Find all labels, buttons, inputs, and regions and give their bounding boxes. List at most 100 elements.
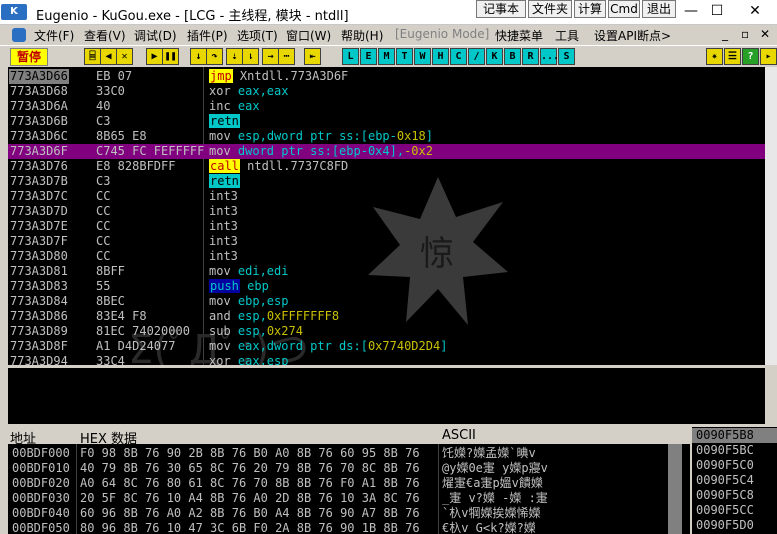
close-button[interactable]: ✕	[744, 2, 766, 20]
stack-row[interactable]: 0090F5C0	[692, 458, 777, 473]
menu-window[interactable]: 窗口(W)	[286, 27, 331, 44]
mdi-restore-button[interactable]: ▫	[741, 27, 749, 41]
disassembly-pane[interactable]: Σ(ﾟДﾟ;)つ 惊 773A3D66 EB 07 jmp Xntdll.773A3…	[8, 67, 765, 365]
dump-row[interactable]: 00BDF040 60 96 8B 76 A0 A2 8B 76 B0 A4 8B…	[8, 506, 676, 521]
stack-row[interactable]: 0090F5C8	[692, 488, 777, 503]
execute-till-return-icon[interactable]: →	[262, 48, 279, 65]
disasm-row[interactable]: 773A3D7D CC int3	[8, 204, 765, 219]
disasm-row[interactable]: 773A3D6B C3 retn	[8, 114, 765, 129]
log-window-button[interactable]: L	[342, 48, 359, 65]
dump-ascii: €杁v G<k?嬫?嬫	[442, 521, 536, 534]
dump-row[interactable]: 00BDF050 80 96 8B 76 10 47 3C 6B F0 2A 8B…	[8, 521, 676, 534]
windows-button[interactable]: W	[414, 48, 431, 65]
calc-button[interactable]: 计算	[574, 0, 606, 18]
dump-hex: 80 96 8B 76 10 47 3C 6B F0 2A 8B 76 90 1…	[80, 521, 420, 534]
notepad-button[interactable]: 记事本	[476, 0, 526, 18]
menu-shortcut[interactable]: 快捷菜单	[495, 27, 543, 44]
stack-pane[interactable]: 0090F5B8 0090F5BC 0090F5C0 0090F5C4 0090F5C8…	[692, 427, 777, 534]
dump-row[interactable]: 00BDF020 A0 64 8C 76 80 61 8C 76 70 8B 8B…	[8, 476, 676, 491]
disasm-row[interactable]: 773A3D81 8BFF mov edi,edi	[8, 264, 765, 279]
toolbar-extra-icon[interactable]: ▸	[760, 48, 777, 65]
source-button[interactable]: S	[558, 48, 575, 65]
restore-button[interactable]: ☐	[706, 2, 728, 20]
trace-over-icon[interactable]: ⇂	[242, 48, 259, 65]
disasm-row[interactable]: 773A3D7F CC int3	[8, 234, 765, 249]
stack-row[interactable]: 0090F5C4	[692, 473, 777, 488]
disasm-hex: A1 D4D24077	[96, 339, 176, 353]
patches-button[interactable]: /	[468, 48, 485, 65]
asm-token: eax,esp	[237, 354, 289, 365]
exit-button[interactable]: 退出	[642, 0, 676, 18]
plugin-icon[interactable]: ✷	[706, 48, 723, 65]
stack-row[interactable]: 0090F5BC	[692, 443, 777, 458]
disasm-row[interactable]: 773A3D7B C3 retn	[8, 174, 765, 189]
references-button[interactable]: R	[522, 48, 539, 65]
handles-button[interactable]: H	[432, 48, 449, 65]
menu-file[interactable]: 文件(F)	[34, 27, 74, 44]
asm-token: ebp,esp	[237, 294, 289, 308]
dump-row[interactable]: 00BDF030 20 5F 8C 76 10 A4 8B 76 A0 2D 8B…	[8, 491, 676, 506]
disasm-row[interactable]: 773A3D6F C745 FC FEFFFFF mov dword ptr ss:…	[8, 144, 765, 159]
disasm-row[interactable]: 773A3D94 33C4 xor eax,esp	[8, 354, 765, 365]
disasm-row[interactable]: 773A3D80 CC int3	[8, 249, 765, 264]
trace-into-icon[interactable]: ⇣	[226, 48, 243, 65]
cpu-button[interactable]: C	[450, 48, 467, 65]
menu-help[interactable]: 帮助(H)	[341, 27, 383, 44]
disasm-row[interactable]: 773A3D8F A1 D4D24077 mov eax,dword ptr ds:…	[8, 339, 765, 354]
disasm-address: 773A3D6F	[10, 144, 68, 158]
asm-token: -0x2	[404, 144, 433, 158]
step-over-icon[interactable]: ↷	[206, 48, 223, 65]
help-icon[interactable]: ?	[742, 48, 759, 65]
disasm-row[interactable]: 773A3D83 55 push ebp	[8, 279, 765, 294]
go-back-icon[interactable]: ⇤	[304, 48, 321, 65]
disasm-row[interactable]: 773A3D7E CC int3	[8, 219, 765, 234]
disasm-row[interactable]: 773A3D6A 40 inc eax	[8, 99, 765, 114]
app-menu-icon[interactable]	[12, 28, 26, 42]
settings-icon[interactable]: ☰	[724, 48, 741, 65]
menu-tools[interactable]: 工具	[555, 27, 579, 44]
disassembly-scrollbar[interactable]	[765, 67, 777, 365]
disasm-row[interactable]: 773A3D86 83E4 F8 and esp,0xFFFFFFF8	[8, 309, 765, 324]
dump-scrollbar[interactable]	[668, 444, 682, 534]
cmd-button[interactable]: Cmd	[608, 0, 640, 18]
disasm-row[interactable]: 773A3D7C CC int3	[8, 189, 765, 204]
rewind-icon[interactable]: ◀	[100, 48, 117, 65]
disasm-row[interactable]: 773A3D84 8BEC mov ebp,esp	[8, 294, 765, 309]
disasm-address: 773A3D81	[10, 264, 68, 278]
open-icon[interactable]: ⌸	[84, 48, 101, 65]
menu-view[interactable]: 查看(V)	[84, 27, 126, 44]
stack-row[interactable]: 0090F5D0	[692, 518, 777, 533]
dump-row[interactable]: 00BDF010 40 79 8B 76 30 65 8C 76 20 79 8B…	[8, 461, 676, 476]
mdi-close-button[interactable]: ✕	[760, 27, 770, 41]
disasm-row[interactable]: 773A3D66 EB 07 jmp Xntdll.773A3D6F	[8, 69, 765, 84]
disasm-row[interactable]: 773A3D6C 8B65 E8 mov esp,dword ptr ss:[ebp…	[8, 129, 765, 144]
asm-token: sub	[209, 324, 238, 338]
threads-button[interactable]: T	[396, 48, 413, 65]
dump-hex: 60 96 8B 76 A0 A2 8B 76 B0 A4 8B 76 90 A…	[80, 506, 420, 520]
close-process-icon[interactable]: ✕	[116, 48, 133, 65]
run-icon[interactable]: ▶	[146, 48, 163, 65]
dump-row[interactable]: 00BDF000 F0 98 8B 76 90 2B 8B 76 B0 A0 8B…	[8, 446, 676, 461]
menu-debug[interactable]: 调试(D)	[134, 27, 177, 44]
breakpoints-button[interactable]: B	[504, 48, 521, 65]
pause-icon[interactable]: ❚❚	[162, 48, 179, 65]
run-trace-button[interactable]: ...	[540, 48, 559, 65]
menu-plugins[interactable]: 插件(P)	[187, 27, 228, 44]
minimize-button[interactable]: —	[680, 2, 702, 20]
dump-pane[interactable]: 00BDF000 F0 98 8B 76 90 2B 8B 76 B0 A0 8B…	[8, 444, 690, 534]
stack-row[interactable]: 0090F5B8	[692, 428, 777, 443]
goto-icon[interactable]: ⋯	[278, 48, 295, 65]
memory-map-button[interactable]: M	[378, 48, 395, 65]
mdi-minimize-button[interactable]: _	[722, 27, 728, 41]
call-stack-button[interactable]: K	[486, 48, 503, 65]
asm-token: ntdll.7737C8FD	[239, 159, 349, 173]
stack-row[interactable]: 0090F5CC	[692, 503, 777, 518]
folder-button[interactable]: 文件夹	[528, 0, 572, 18]
step-into-icon[interactable]: ↓	[190, 48, 207, 65]
disasm-row[interactable]: 773A3D76 E8 828BFDFF call ntdll.7737C8FD	[8, 159, 765, 174]
disasm-row[interactable]: 773A3D68 33C0 xor eax,eax	[8, 84, 765, 99]
executables-button[interactable]: E	[360, 48, 377, 65]
disasm-row[interactable]: 773A3D89 81EC 74020000 sub esp,0x274	[8, 324, 765, 339]
menu-options[interactable]: 选项(T)	[237, 27, 278, 44]
menu-set-api-bp[interactable]: 设置API断点>	[594, 27, 671, 44]
